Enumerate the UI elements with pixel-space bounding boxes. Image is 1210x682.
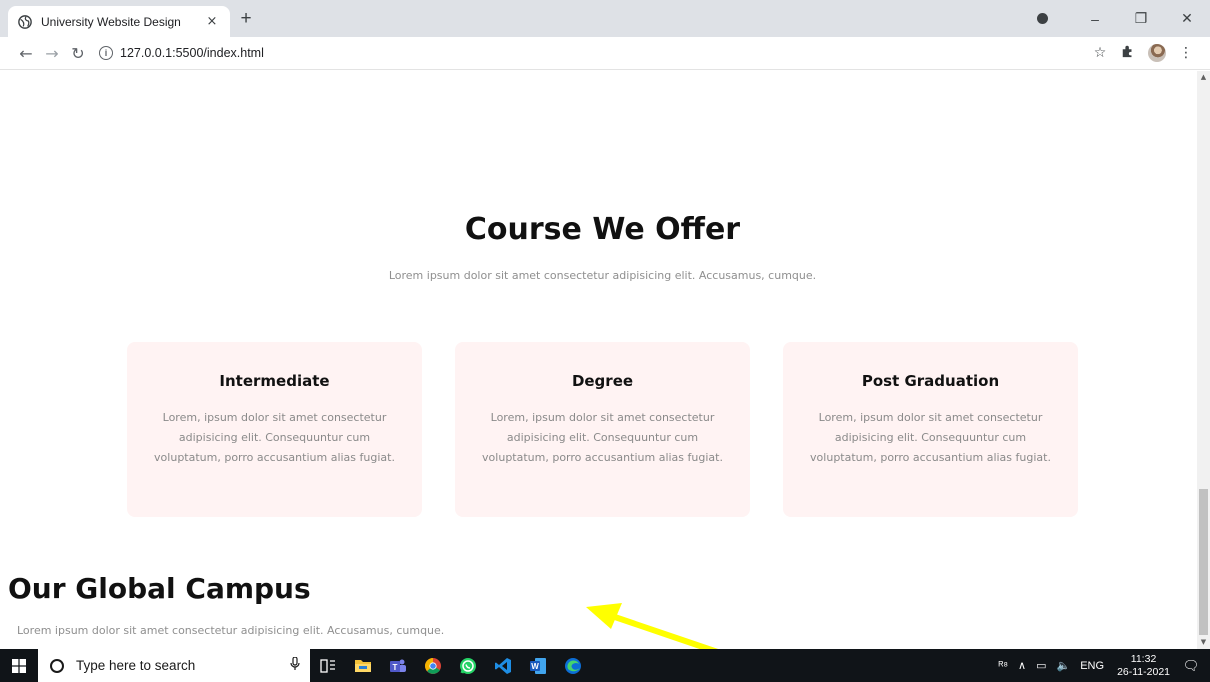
task-view-icon[interactable] [310,649,345,682]
taskbar-search[interactable]: Type here to search [38,649,310,682]
scrollbar-thumb[interactable] [1199,489,1208,635]
new-tab-button[interactable]: + [236,9,256,29]
tab-title: University Website Design [41,14,181,29]
clock-time: 11:32 [1130,652,1157,665]
menu-kebab-icon[interactable]: ⋮ [1172,45,1200,61]
search-icon [50,658,64,673]
course-card-title: Degree [571,372,634,390]
battery-icon[interactable]: ▭ [1036,659,1046,672]
tab-search-icon[interactable] [1037,13,1048,24]
forward-arrow-icon[interactable]: → [39,44,65,63]
course-section-title: Course We Offer [464,212,741,247]
notification-icon[interactable]: 🗨 [1180,658,1202,674]
taskbar-search-placeholder: Type here to search [76,658,196,673]
browser-tab-strip: University Website Design × + – ❐ ✕ [0,0,1210,37]
campus-section-subtitle: Lorem ipsum dolor sit amet consectetur a… [17,624,445,637]
course-section-subtitle: Lorem ipsum dolor sit amet consectetur a… [388,269,817,282]
course-card-body: Lorem, ipsum dolor sit amet consectetur … [154,411,395,464]
system-tray: ᴿ⁸ ∧ ▭ 🔈 ENG 11:32 26-11-2021 🗨 [993,649,1210,682]
language-indicator[interactable]: ENG [1080,660,1104,672]
course-card-body: Lorem, ipsum dolor sit amet consectetur … [810,411,1051,464]
windows-start-icon[interactable] [0,649,38,682]
browser-tab[interactable]: University Website Design × [8,6,230,37]
people-icon[interactable]: ᴿ⁸ [998,660,1008,672]
course-card-title: Intermediate [219,372,330,390]
file-explorer-icon[interactable] [345,649,380,682]
window-controls: – ❐ ✕ [1037,0,1210,37]
star-icon[interactable]: ☆ [1086,45,1114,61]
minimize-button[interactable]: – [1072,11,1118,27]
globe-icon [18,14,32,29]
taskbar-clock[interactable]: 11:32 26-11-2021 [1117,653,1170,679]
page-viewport: Course We Offer Lorem ipsum dolor sit am… [0,71,1197,649]
restore-button[interactable]: ❐ [1118,10,1164,27]
info-icon[interactable]: i [99,46,113,60]
extensions-icon[interactable] [1114,44,1142,62]
course-card-title: Post Graduation [861,372,1000,390]
tab-close-icon[interactable]: × [204,14,220,29]
toolbar-actions: ☆ ⋮ [1086,44,1200,62]
volume-icon[interactable]: 🔈 [1057,659,1071,672]
address-bar[interactable]: i 127.0.0.1:5500/index.html [99,46,1086,60]
teams-icon[interactable]: T [380,649,415,682]
reload-icon[interactable]: ↻ [65,44,91,63]
campus-section-title: Our Global Campus [8,572,311,605]
svg-text:T: T [392,663,397,672]
back-arrow-icon[interactable]: ← [13,44,39,63]
course-card-body: Lorem, ipsum dolor sit amet consectetur … [482,411,723,464]
microphone-icon[interactable] [290,655,300,675]
word-icon[interactable]: W [520,649,555,682]
course-card-post-graduation: Post Graduation Lorem, ipsum dolor sit a… [783,342,1078,517]
chrome-icon[interactable] [415,649,450,682]
scroll-down-icon[interactable]: ▼ [1197,636,1210,649]
scroll-up-icon[interactable]: ▲ [1197,71,1210,84]
close-window-button[interactable]: ✕ [1164,10,1210,27]
whatsapp-icon[interactable] [450,649,485,682]
course-card-degree: Degree Lorem, ipsum dolor sit amet conse… [455,342,750,517]
chevron-up-icon[interactable]: ∧ [1018,659,1026,672]
browser-toolbar: ← → ↻ i 127.0.0.1:5500/index.html ☆ ⋮ [0,37,1210,70]
vscode-icon[interactable] [485,649,520,682]
page-scrollbar[interactable]: ▲ ▼ [1197,71,1210,649]
clock-date: 26-11-2021 [1117,665,1170,678]
course-card-intermediate: Intermediate Lorem, ipsum dolor sit amet… [127,342,422,517]
edge-icon[interactable] [555,649,590,682]
profile-avatar[interactable] [1148,44,1166,62]
url-text[interactable]: 127.0.0.1:5500/index.html [120,46,264,60]
windows-taskbar: Type here to search T W ᴿ⁸ ∧ ▭ 🔈 ENG 11:… [0,649,1210,682]
svg-text:W: W [531,662,539,671]
